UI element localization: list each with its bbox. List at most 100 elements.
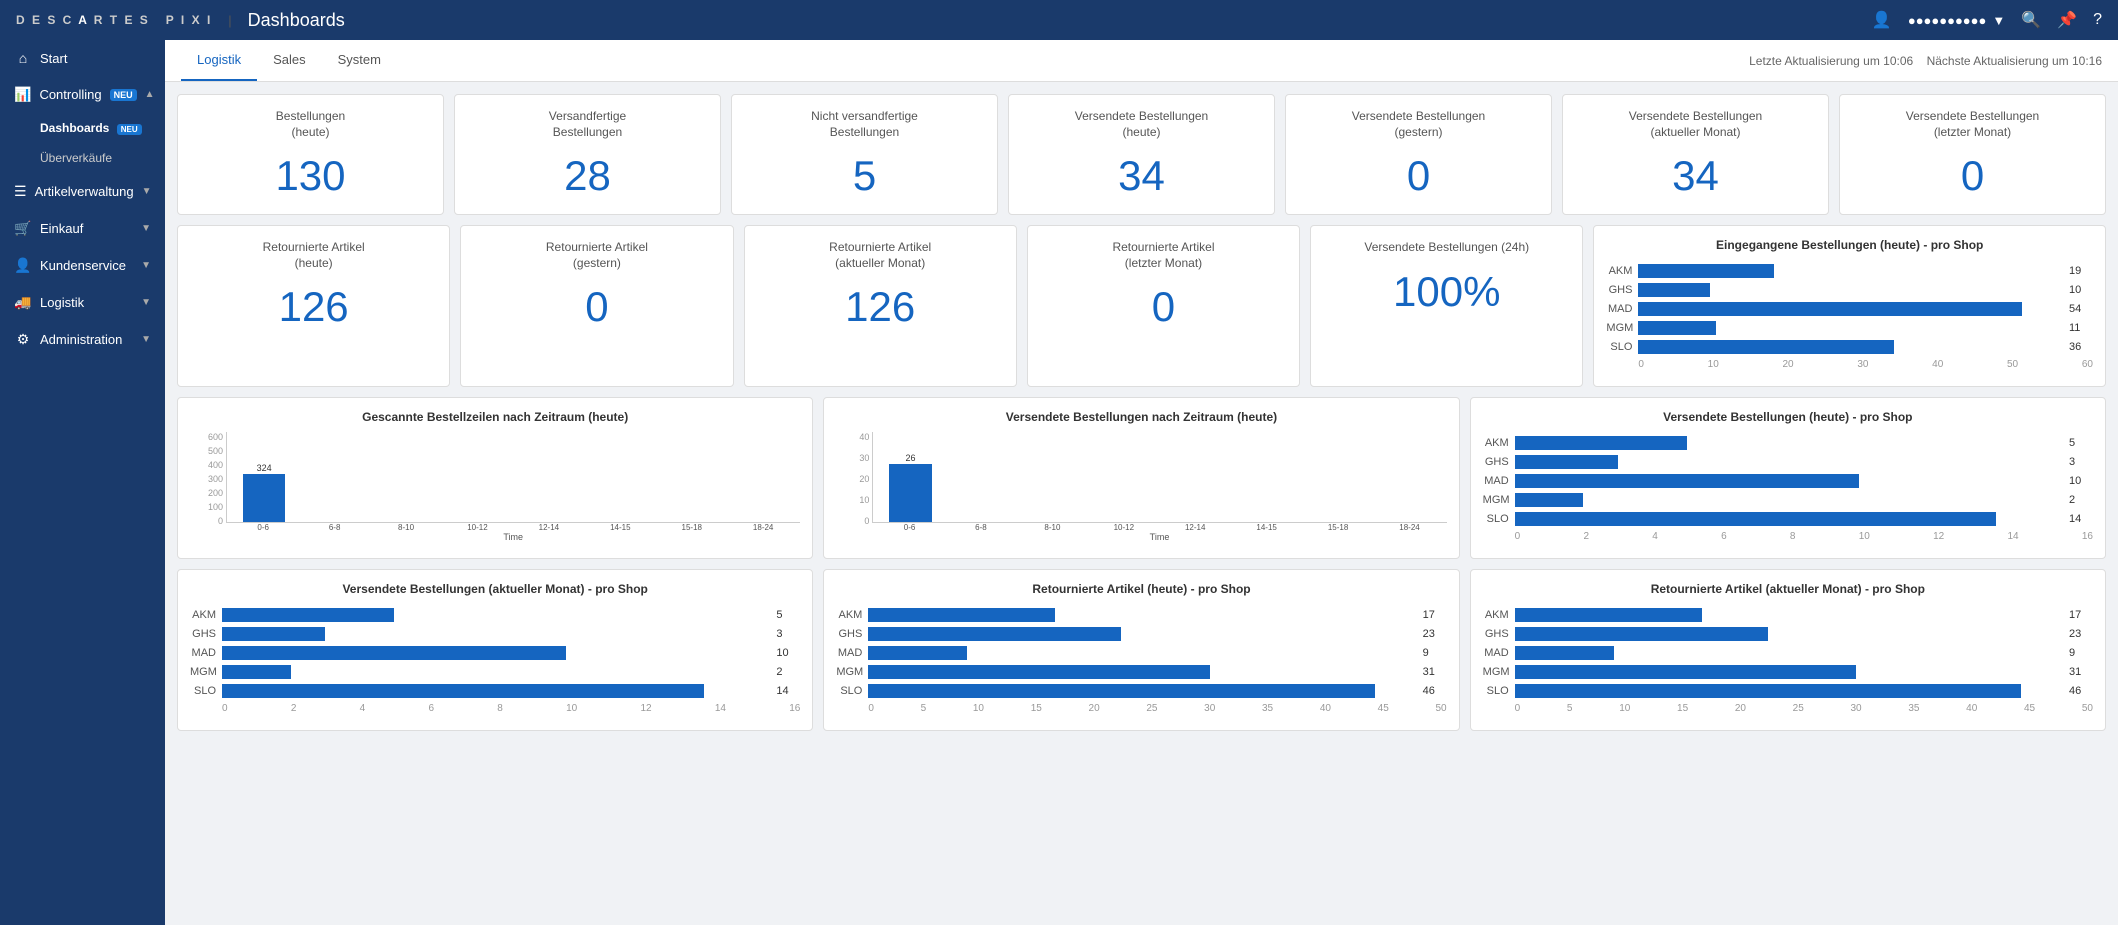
hbar-value: 46 [2069,685,2093,697]
metric-nicht-versandfertige: Nicht versandfertigeBestellungen 5 [731,94,998,215]
search-icon[interactable]: 🔍 [2021,10,2041,30]
sidebar: ⌂ Start 📊 Controlling NEU ▲ Dashboards N… [0,40,165,925]
metric-versendete-letzter-monat: Versendete Bestellungen(letzter Monat) 0 [1839,94,2106,215]
next-update: Nächste Aktualisierung um 10:16 [1927,54,2102,68]
tabs-bar: Logistik Sales System Letzte Aktualisier… [165,40,2118,82]
hbar-track [868,684,1418,698]
hbar-row: GHS 10 [1606,283,2093,297]
vbar-area: 60050040030020010003240-66-88-1010-1212-… [190,432,800,542]
hbar-value: 10 [2069,475,2093,487]
hbar-track [222,665,772,679]
sidebar-item-controlling[interactable]: 📊 Controlling NEU ▲ [0,76,165,113]
vbar-col [243,474,285,523]
hbar-label: AKM [1606,265,1638,277]
hbar-chart: AKM 5 GHS 3 MAD 10 MGM 2 SLO [1483,432,2093,546]
hbar-value: 23 [2069,628,2093,640]
vbar-area: 403020100260-66-88-1010-1212-1414-1515-1… [836,432,1446,542]
hbar-fill [1638,321,1716,335]
vbar-col-wrapper [1374,432,1444,522]
hbar-label: AKM [836,609,868,621]
vbar-col-wrapper [514,432,584,522]
metric-value: 28 [469,152,706,200]
new-badge-controlling: NEU [110,89,137,101]
hbar-track [1515,436,2065,450]
hbar-value: 17 [2069,609,2093,621]
hbar-row: MGM 2 [1483,493,2093,507]
update-info: Letzte Aktualisierung um 10:06 Nächste A… [1749,54,2102,68]
chart-eingegangen: Eingegangene Bestellungen (heute) - pro … [1593,225,2106,387]
hbar-track [868,665,1418,679]
gear-icon: ⚙ [14,331,32,348]
new-badge-dashboards: NEU [117,124,142,135]
pin-icon[interactable]: 📌 [2057,10,2077,30]
hbar-label: GHS [1483,456,1515,468]
sidebar-label-administration: Administration [40,332,133,347]
metric-label: Retournierte Artikel(letzter Monat) [1042,240,1285,271]
tab-logistik[interactable]: Logistik [181,40,257,81]
hbar-label: MGM [1483,494,1515,506]
hbar-value: 5 [2069,437,2093,449]
chevron-admin: ▼ [141,334,151,345]
vbar-col-wrapper [372,432,442,522]
metric-label: Versendete Bestellungen(heute) [1023,109,1260,140]
sidebar-item-artikelverwaltung[interactable]: ☰ Artikelverwaltung ▼ [0,173,165,210]
hbar-value: 36 [2069,341,2093,353]
sidebar-item-administration[interactable]: ⚙ Administration ▼ [0,321,165,358]
hbar-value: 54 [2069,303,2093,315]
hbar-row: AKM 17 [1483,608,2093,622]
vbar-col-wrapper [1303,432,1373,522]
sidebar-item-uberverkaufe[interactable]: Überverkäufe [0,143,165,173]
hbar-track [1515,608,2065,622]
hbar-axis: 0246810121416 [1483,531,2093,542]
hbar-value: 2 [2069,494,2093,506]
hbar-chart: AKM 17 GHS 23 MAD 9 MGM 31 SLO [836,604,1446,718]
logo: D E S C A R T E S P I X I [16,13,212,27]
metric-value: 5 [746,152,983,200]
user-menu[interactable]: ●●●●●●●●●● ▼ [1908,13,2005,28]
hbar-value: 31 [2069,666,2093,678]
hbar-label: MGM [1606,322,1638,334]
hbar-fill [1515,608,1702,622]
metric-retourniert-monat: Retournierte Artikel(aktueller Monat) 12… [744,225,1017,387]
sidebar-item-kundenservice[interactable]: 👤 Kundenservice ▼ [0,247,165,284]
hbar-track [1515,455,2065,469]
vbar-body: 260-66-88-1010-1212-1414-1515-1818-24Tim… [872,432,1446,542]
help-icon[interactable]: ? [2093,11,2102,29]
sidebar-item-start[interactable]: ⌂ Start [0,40,165,76]
user-icon[interactable]: 👤 [1872,10,1892,30]
metrics-row-2: Retournierte Artikel(heute) 126 Retourni… [177,225,2106,387]
sidebar-item-dashboards[interactable]: Dashboards NEU [0,113,165,143]
x-labels: 0-66-88-1010-1212-1414-1515-1818-24 [226,523,800,532]
metric-label: Versendete Bestellungen (24h) [1325,240,1568,256]
hbar-track [222,608,772,622]
hbar-axis: 05101520253035404550 [836,703,1446,714]
charts-row-3: Gescannte Bestellzeilen nach Zeitraum (h… [177,397,2106,559]
hbar-label: AKM [190,609,222,621]
metric-value: 126 [759,283,1002,331]
metric-value: 0 [1300,152,1537,200]
hbar-fill [1515,646,1614,660]
hbar-value: 31 [1423,666,1447,678]
hbar-value: 23 [1423,628,1447,640]
hbar-fill [222,684,704,698]
metrics-row-1: Bestellungen(heute) 130 VersandfertigeBe… [177,94,2106,215]
sidebar-item-logistik[interactable]: 🚚 Logistik ▼ [0,284,165,321]
last-update: Letzte Aktualisierung um 10:06 [1749,54,1913,68]
sidebar-item-einkauf[interactable]: 🛒 Einkauf ▼ [0,210,165,247]
tab-system[interactable]: System [322,40,397,81]
hbar-row: AKM 5 [1483,436,2093,450]
tab-sales[interactable]: Sales [257,40,322,81]
chart-title: Versendete Bestellungen nach Zeitraum (h… [836,410,1446,424]
vbar-col [889,464,931,523]
metric-label: Bestellungen(heute) [192,109,429,140]
chart-versendete-shop: Versendete Bestellungen (heute) - pro Sh… [1470,397,2106,559]
chart-gescannte: Gescannte Bestellzeilen nach Zeitraum (h… [177,397,813,559]
page-title: Dashboards [248,10,345,31]
chart-title: Versendete Bestellungen (aktueller Monat… [190,582,800,596]
metric-value: 0 [1042,283,1285,331]
topbar-left: D E S C A R T E S P I X I | Dashboards [16,10,345,31]
hbar-row: MGM 2 [190,665,800,679]
hbar-chart: AKM 5 GHS 3 MAD 10 MGM 2 SLO [190,604,800,718]
hbar-track [1515,665,2065,679]
metric-label: Retournierte Artikel(aktueller Monat) [759,240,1002,271]
